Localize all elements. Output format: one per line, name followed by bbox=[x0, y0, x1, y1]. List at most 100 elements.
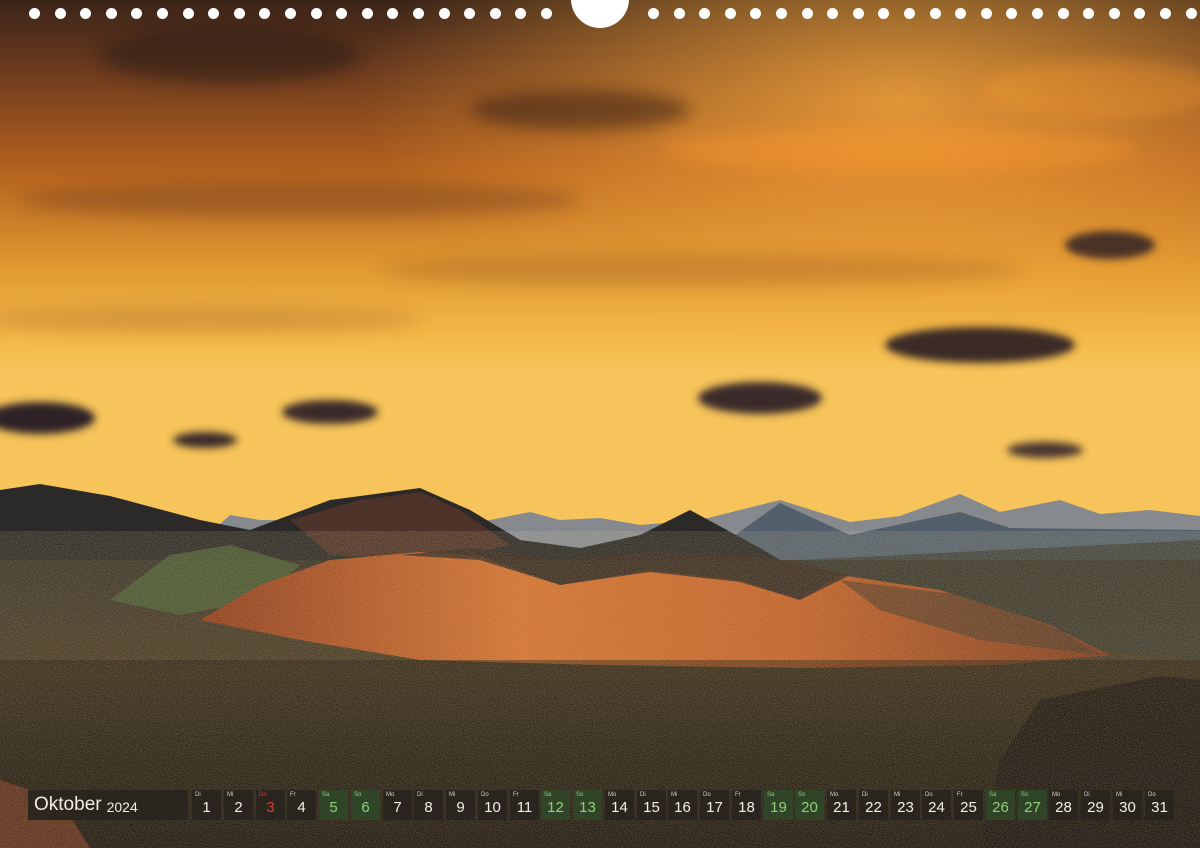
binding-hole bbox=[1160, 8, 1171, 19]
day-cell: Sa 26 bbox=[986, 790, 1015, 820]
day-of-week: Fr bbox=[957, 792, 963, 798]
day-cell: Do 24 bbox=[922, 790, 951, 820]
day-cell: Fr 11 bbox=[510, 790, 539, 820]
day-cell: Do 17 bbox=[700, 790, 729, 820]
day-cell: Fr 18 bbox=[732, 790, 761, 820]
day-of-week: So bbox=[798, 792, 806, 798]
day-of-week: Do bbox=[703, 792, 711, 798]
binding-hole bbox=[362, 8, 373, 19]
day-of-week: Di bbox=[640, 792, 646, 798]
day-of-week: So bbox=[354, 792, 362, 798]
day-number: 28 bbox=[1055, 799, 1072, 816]
day-number: 13 bbox=[579, 799, 596, 816]
day-cell: Fr 25 bbox=[954, 790, 983, 820]
day-of-week: Di bbox=[195, 792, 201, 798]
day-number: 4 bbox=[297, 799, 306, 816]
day-number: 29 bbox=[1087, 799, 1104, 816]
day-number: 8 bbox=[424, 799, 433, 816]
day-of-week: Sa bbox=[767, 792, 775, 798]
day-number: 5 bbox=[329, 799, 338, 816]
day-cell: Di 15 bbox=[637, 790, 666, 820]
day-number: 26 bbox=[992, 799, 1009, 816]
binding-hole bbox=[802, 8, 813, 19]
binding-hole bbox=[413, 8, 424, 19]
binding-hole bbox=[648, 8, 659, 19]
binding-hole bbox=[674, 8, 685, 19]
month-name: Oktober bbox=[34, 794, 102, 815]
month-year: 2024 bbox=[106, 799, 138, 815]
day-of-week: Mi bbox=[1116, 792, 1123, 798]
binding-hole bbox=[930, 8, 941, 19]
binding-hole bbox=[80, 8, 91, 19]
day-number: 20 bbox=[801, 799, 818, 816]
day-cell: Do 31 bbox=[1145, 790, 1174, 820]
day-number: 16 bbox=[674, 799, 691, 816]
binding-hole bbox=[904, 8, 915, 19]
binding-hole bbox=[131, 8, 142, 19]
day-cell: Mo 21 bbox=[827, 790, 856, 820]
day-of-week: Mi bbox=[671, 792, 678, 798]
day-of-week: So bbox=[1021, 792, 1029, 798]
day-number: 12 bbox=[547, 799, 564, 816]
day-cell: Sa 5 bbox=[319, 790, 348, 820]
day-cell: Mo 28 bbox=[1049, 790, 1078, 820]
binding-hole bbox=[183, 8, 194, 19]
day-of-week: Do bbox=[481, 792, 489, 798]
binding-hole bbox=[490, 8, 501, 19]
day-number: 25 bbox=[960, 799, 977, 816]
day-number: 21 bbox=[833, 799, 850, 816]
binding-hole bbox=[55, 8, 66, 19]
day-of-week: Do bbox=[259, 792, 267, 798]
day-cell: Mi 30 bbox=[1113, 790, 1142, 820]
binding-hole bbox=[1186, 8, 1197, 19]
day-cell: Sa 19 bbox=[764, 790, 793, 820]
binding-hole bbox=[311, 8, 322, 19]
day-cell: So 13 bbox=[573, 790, 602, 820]
day-of-week: Mi bbox=[227, 792, 234, 798]
binding-hole bbox=[29, 8, 40, 19]
binding-hole bbox=[285, 8, 296, 19]
day-number: 9 bbox=[456, 799, 465, 816]
binding-hole bbox=[1058, 8, 1069, 19]
day-of-week: Do bbox=[1148, 792, 1156, 798]
day-number: 23 bbox=[897, 799, 914, 816]
day-number: 17 bbox=[706, 799, 723, 816]
day-of-week: Fr bbox=[513, 792, 519, 798]
day-of-week: Mo bbox=[1052, 792, 1061, 798]
volcanic-landscape-photo bbox=[0, 0, 1200, 848]
day-number: 15 bbox=[643, 799, 660, 816]
day-cell: So 6 bbox=[351, 790, 380, 820]
day-of-week: Mo bbox=[386, 792, 395, 798]
day-of-week: Mi bbox=[894, 792, 901, 798]
day-cell: Mi 23 bbox=[891, 790, 920, 820]
day-of-week: Di bbox=[862, 792, 868, 798]
day-cell: Sa 12 bbox=[541, 790, 570, 820]
day-cell: Di 29 bbox=[1081, 790, 1110, 820]
day-cell: Di 22 bbox=[859, 790, 888, 820]
day-of-week: Sa bbox=[989, 792, 997, 798]
binding-hole bbox=[541, 8, 552, 19]
day-of-week: Sa bbox=[322, 792, 330, 798]
day-number: 30 bbox=[1119, 799, 1136, 816]
day-number: 24 bbox=[928, 799, 945, 816]
binding-hole bbox=[725, 8, 736, 19]
day-cell: So 27 bbox=[1018, 790, 1047, 820]
day-cell: Do 10 bbox=[478, 790, 507, 820]
binding-hole bbox=[208, 8, 219, 19]
binding-hole bbox=[776, 8, 787, 19]
day-of-week: Mo bbox=[608, 792, 617, 798]
binding-hole bbox=[1032, 8, 1043, 19]
binding-hole bbox=[1134, 8, 1145, 19]
day-cell: Fr 4 bbox=[287, 790, 316, 820]
day-cell: Mo 7 bbox=[383, 790, 412, 820]
day-number: 31 bbox=[1151, 799, 1168, 816]
day-number: 22 bbox=[865, 799, 882, 816]
day-number: 10 bbox=[484, 799, 501, 816]
day-of-week: Di bbox=[1084, 792, 1090, 798]
day-of-week: Fr bbox=[290, 792, 296, 798]
day-of-week: Mi bbox=[449, 792, 456, 798]
binding-hole bbox=[515, 8, 526, 19]
day-of-week: Sa bbox=[544, 792, 552, 798]
day-number: 27 bbox=[1024, 799, 1041, 816]
day-of-week: Di bbox=[417, 792, 423, 798]
